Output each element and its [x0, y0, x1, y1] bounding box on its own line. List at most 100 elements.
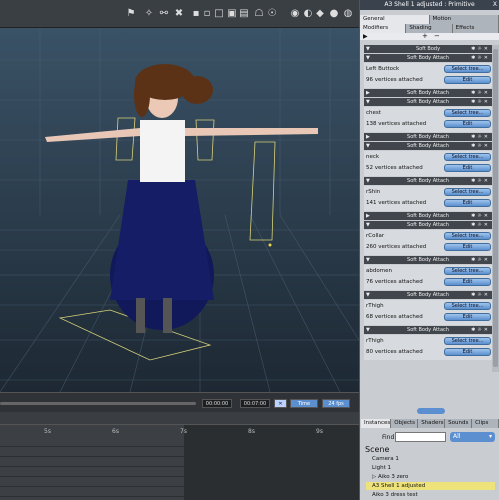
ground-icon[interactable]: ✧ — [143, 8, 155, 20]
edit-button[interactable]: Edit — [444, 348, 491, 356]
modifier-header[interactable]: ▼ Soft Body Attach ✱☼✕ — [364, 256, 492, 264]
edit-button[interactable]: Edit — [444, 313, 491, 321]
timeline-track[interactable] — [0, 438, 359, 447]
timeline-track[interactable] — [0, 458, 359, 467]
find-input[interactable] — [395, 432, 446, 442]
loop-icon[interactable]: ✕ — [274, 399, 287, 408]
mode-icon[interactable]: ☉ — [266, 8, 278, 20]
modifier-tools-icon[interactable]: ✱☼✕ — [471, 177, 490, 185]
panel-resize-handle[interactable] — [417, 408, 445, 414]
link-icon[interactable]: ⚯ — [158, 8, 170, 20]
3d-viewport[interactable]: ⚑ ✧ ⚯ ✖ ▪ ▫ □ ▣ ▤ ☖ ☉ ◉ ◐ ◆ ● ◍ — [0, 0, 359, 392]
modifier-header[interactable]: ▼ Soft Body Attach ✱☼✕ — [364, 177, 492, 185]
modifier-tools-icon[interactable]: ✱☼✕ — [471, 54, 490, 62]
tab-shaders[interactable]: Shaders — [418, 419, 446, 428]
modifier-header[interactable]: ▼ Soft Body Attach ✱☼✕ — [364, 326, 492, 334]
smooth-shade-icon[interactable]: ◆ — [314, 8, 326, 20]
modifier-header[interactable]: ▼ Soft Body Attach ✱☼✕ — [364, 98, 492, 106]
tab-clips[interactable]: Clips — [472, 419, 499, 428]
remove-modifier-icon[interactable]: − — [434, 32, 440, 40]
time-mode-select[interactable]: Time — [290, 399, 318, 408]
wire-box-icon[interactable]: □ — [213, 8, 225, 20]
modifier-tools-icon[interactable]: ✱☼✕ — [471, 256, 490, 264]
collapse-icon[interactable]: ▼ — [366, 326, 370, 334]
add-modifier-icon[interactable]: + — [422, 32, 428, 40]
current-time-field[interactable]: 00:00:00 — [202, 399, 232, 408]
collapse-icon[interactable]: ▼ — [366, 291, 370, 299]
collapse-icon[interactable]: ▶ — [366, 89, 370, 97]
edit-button[interactable]: Edit — [444, 120, 491, 128]
shaded-box-icon[interactable]: ▣ — [226, 8, 238, 20]
box-outline-icon[interactable]: ▫ — [201, 8, 213, 20]
close-icon[interactable]: X — [493, 0, 497, 10]
modifier-header[interactable]: ▼ Soft Body Attach ✱☼✕ — [364, 142, 492, 150]
select-tree-button[interactable]: Select tree... — [444, 109, 491, 117]
collapse-icon[interactable]: ▼ — [366, 221, 370, 229]
sphere-icon[interactable]: ● — [328, 8, 340, 20]
fps-select[interactable]: 24 fps — [322, 399, 350, 408]
collapse-icon[interactable]: ▼ — [366, 142, 370, 150]
tab-effects[interactable]: Effects — [452, 24, 499, 33]
texture-icon[interactable]: ◍ — [342, 8, 354, 20]
tab-shading[interactable]: Shading — [406, 24, 453, 33]
modifier-header[interactable]: ▼ Soft Body Attach ✱☼✕ — [364, 54, 492, 62]
timeline-track[interactable] — [0, 488, 359, 497]
modifier-tools-icon[interactable]: ✱☼✕ — [471, 291, 490, 299]
select-tree-button[interactable]: Select tree... — [444, 337, 491, 345]
modifier-tools-icon[interactable]: ✱☼✕ — [471, 326, 490, 334]
edit-button[interactable]: Edit — [444, 76, 491, 84]
edit-button[interactable]: Edit — [444, 243, 491, 251]
smooth-box-icon[interactable]: ▤ — [238, 8, 250, 20]
select-tree-button[interactable]: Select tree... — [444, 267, 491, 275]
select-tree-button[interactable]: Select tree... — [444, 153, 491, 161]
select-tree-button[interactable]: Select tree... — [444, 232, 491, 240]
filter-select[interactable]: All ▾ — [450, 432, 495, 442]
modifier-header[interactable]: ▶ Soft Body Attach ✱☼✕ — [364, 133, 492, 141]
end-time-field[interactable]: 00:07:00 — [240, 399, 270, 408]
collapse-icon[interactable]: ▶ — [366, 212, 370, 220]
select-tree-button[interactable]: Select tree... — [444, 65, 491, 73]
modifier-header[interactable]: ▼ Soft Body ✱☼✕ — [364, 45, 492, 53]
scroll-thumb[interactable] — [493, 49, 498, 367]
modifier-tools-icon[interactable]: ✱☼✕ — [471, 89, 490, 97]
flag-icon[interactable]: ⚑ — [125, 8, 137, 20]
tab-sounds[interactable]: Sounds — [445, 419, 473, 428]
scene-item[interactable]: Light 1 — [366, 464, 495, 472]
edit-button[interactable]: Edit — [444, 164, 491, 172]
collision-icon[interactable]: ✖ — [173, 8, 185, 20]
camera-view-icon[interactable]: ◉ — [289, 8, 301, 20]
collapse-icon[interactable]: ▼ — [366, 256, 370, 264]
scene-item-selected[interactable]: A3 Shell 1 adjusted — [366, 482, 495, 490]
play-icon[interactable]: ▶ — [363, 33, 368, 40]
timeline-track[interactable] — [0, 468, 359, 477]
collapse-icon[interactable]: ▼ — [366, 45, 370, 53]
tab-motion[interactable]: Motion — [429, 15, 499, 24]
modifier-tools-icon[interactable]: ✱☼✕ — [471, 133, 490, 141]
scene-item[interactable]: ▷ Aiko 3 zero — [366, 473, 495, 481]
modifier-header[interactable]: ▼ Soft Body Attach ✱☼✕ — [364, 291, 492, 299]
collapse-icon[interactable]: ▼ — [366, 54, 370, 62]
scene-item[interactable]: Camera 1 — [366, 455, 495, 463]
modifier-tools-icon[interactable]: ✱☼✕ — [471, 221, 490, 229]
timeline-track[interactable] — [0, 448, 359, 457]
collapse-icon[interactable]: ▶ — [366, 133, 370, 141]
flat-shade-icon[interactable]: ◐ — [302, 8, 314, 20]
modifier-tools-icon[interactable]: ✱☼✕ — [471, 45, 490, 53]
modifier-header[interactable]: ▶ Soft Body Attach ✱☼✕ — [364, 89, 492, 97]
collapse-icon[interactable]: ▼ — [366, 177, 370, 185]
tab-modifiers[interactable]: Modifiers — [360, 24, 407, 33]
modifier-header[interactable]: ▼ Soft Body Attach ✱☼✕ — [364, 221, 492, 229]
tab-general[interactable]: General — [360, 15, 430, 24]
tab-objects[interactable]: Objects — [391, 419, 419, 428]
select-tree-button[interactable]: Select tree... — [444, 302, 491, 310]
modifier-scrollbar[interactable] — [492, 45, 499, 372]
select-tree-button[interactable]: Select tree... — [444, 188, 491, 196]
timeline-panel[interactable]: 5s 6s 7s 8s 9s — [0, 412, 359, 500]
timeline-slider[interactable] — [0, 402, 196, 405]
scene-item[interactable]: Aiko 3 dress test — [366, 491, 495, 499]
timeline-track[interactable] — [0, 478, 359, 487]
modifier-tools-icon[interactable]: ✱☼✕ — [471, 212, 490, 220]
modifier-header[interactable]: ▶ Soft Body Attach ✱☼✕ — [364, 212, 492, 220]
collapse-icon[interactable]: ▼ — [366, 98, 370, 106]
modifier-tools-icon[interactable]: ✱☼✕ — [471, 142, 490, 150]
